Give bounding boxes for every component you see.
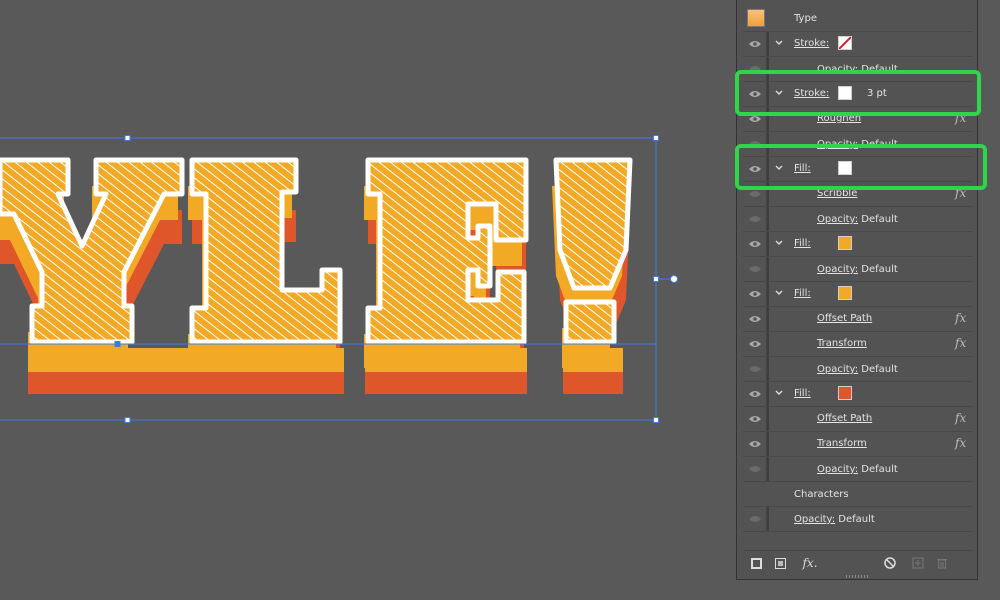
characters-row[interactable]: Characters bbox=[743, 482, 973, 507]
opacity-label[interactable]: Opacity: bbox=[817, 264, 858, 275]
opacity-value: Default bbox=[861, 264, 898, 275]
opacity-text: Opacity: Default bbox=[817, 464, 898, 476]
visibility-eye-icon[interactable] bbox=[743, 357, 767, 381]
opacity-row-7[interactable]: Opacity: Default bbox=[743, 507, 973, 532]
offset-path-row-1[interactable]: Offset Path fx bbox=[743, 307, 973, 332]
chevron-down-icon[interactable] bbox=[774, 388, 784, 398]
visibility-eye-icon[interactable] bbox=[743, 32, 767, 56]
opacity-text: Opacity: Default bbox=[794, 514, 875, 526]
visibility-eye-icon[interactable] bbox=[743, 382, 767, 406]
row-gutter bbox=[767, 257, 769, 281]
fill-row-3[interactable]: Fill: bbox=[743, 282, 973, 307]
row-gutter bbox=[767, 432, 769, 456]
offset-path-label[interactable]: Offset Path bbox=[817, 313, 872, 325]
opacity-value: Default bbox=[861, 464, 898, 475]
fill-highlight-box bbox=[735, 144, 987, 190]
opacity-row-3[interactable]: Opacity: Default bbox=[743, 207, 973, 232]
appearance-header[interactable]: Type bbox=[743, 6, 973, 32]
opacity-label[interactable]: Opacity: bbox=[794, 514, 835, 525]
stroke-label[interactable]: Stroke: bbox=[794, 38, 829, 50]
opacity-value: Default bbox=[861, 364, 898, 375]
opacity-value: Default bbox=[838, 514, 875, 525]
panel-bottom-toolbar: fx. bbox=[743, 550, 973, 574]
new-stroke-icon[interactable] bbox=[749, 556, 763, 570]
transform-row-2[interactable]: Transform fx bbox=[743, 432, 973, 457]
row-gutter bbox=[767, 282, 769, 306]
red-extrusion-base-e bbox=[365, 372, 527, 394]
duplicate-item-icon[interactable] bbox=[911, 556, 925, 570]
row-gutter bbox=[767, 307, 769, 331]
transform-label[interactable]: Transform bbox=[817, 338, 867, 350]
visibility-eye-icon[interactable] bbox=[743, 282, 767, 306]
fill-label[interactable]: Fill: bbox=[794, 238, 811, 250]
visibility-eye-icon[interactable] bbox=[743, 332, 767, 356]
red-extrusion-base bbox=[28, 372, 344, 394]
row-gutter bbox=[767, 407, 769, 431]
panel-resize-grip[interactable] bbox=[846, 575, 868, 578]
fx-icon[interactable]: fx bbox=[955, 311, 966, 325]
row-gutter bbox=[767, 207, 769, 231]
stroke-row-1[interactable]: Stroke: bbox=[743, 32, 973, 57]
fx-icon[interactable]: fx bbox=[955, 436, 966, 450]
opacity-label[interactable]: Opacity: bbox=[817, 364, 858, 375]
type-thumbnail-icon bbox=[747, 9, 765, 27]
none-swatch[interactable] bbox=[838, 36, 852, 50]
fill-row-2[interactable]: Fill: bbox=[743, 232, 973, 257]
clear-appearance-icon[interactable] bbox=[883, 556, 897, 570]
opacity-row-6[interactable]: Opacity: Default bbox=[743, 457, 973, 482]
offset-path-label[interactable]: Offset Path bbox=[817, 413, 872, 425]
visibility-eye-icon[interactable] bbox=[743, 507, 767, 531]
fx-icon[interactable]: fx bbox=[955, 411, 966, 425]
visibility-eye-icon[interactable] bbox=[743, 457, 767, 481]
visibility-eye-icon[interactable] bbox=[743, 407, 767, 431]
opacity-label[interactable]: Opacity: bbox=[817, 464, 858, 475]
visibility-eye-icon[interactable] bbox=[743, 207, 767, 231]
characters-label[interactable]: Characters bbox=[794, 489, 849, 501]
fx-icon[interactable]: fx bbox=[955, 336, 966, 350]
row-gutter bbox=[767, 357, 769, 381]
chevron-down-icon[interactable] bbox=[774, 238, 784, 248]
row-gutter bbox=[767, 32, 769, 56]
row-gutter bbox=[767, 457, 769, 481]
row-gutter bbox=[767, 507, 769, 531]
visibility-eye-icon[interactable] bbox=[743, 432, 767, 456]
offset-path-row-2[interactable]: Offset Path fx bbox=[743, 407, 973, 432]
transform-row-1[interactable]: Transform fx bbox=[743, 332, 973, 357]
fill-color-swatch[interactable] bbox=[838, 286, 852, 300]
add-effect-icon[interactable]: fx. bbox=[799, 556, 821, 570]
visibility-eye-icon[interactable] bbox=[743, 307, 767, 331]
opacity-row-4[interactable]: Opacity: Default bbox=[743, 257, 973, 282]
opacity-text: Opacity: Default bbox=[817, 214, 898, 226]
fill-row-4[interactable]: Fill: bbox=[743, 382, 973, 407]
delete-item-icon[interactable] bbox=[935, 556, 949, 570]
row-gutter bbox=[767, 382, 769, 406]
chevron-down-icon[interactable] bbox=[774, 38, 784, 48]
new-fill-icon[interactable] bbox=[773, 556, 787, 570]
fill-label[interactable]: Fill: bbox=[794, 388, 811, 400]
opacity-value: Default bbox=[861, 214, 898, 225]
visibility-eye-icon[interactable] bbox=[743, 232, 767, 256]
opacity-row-5[interactable]: Opacity: Default bbox=[743, 357, 973, 382]
letter-faces bbox=[0, 160, 630, 342]
opacity-text: Opacity: Default bbox=[817, 264, 898, 276]
visibility-eye-icon[interactable] bbox=[743, 257, 767, 281]
stroke-highlight-box bbox=[735, 70, 981, 116]
orange-extrusion-base-bang bbox=[563, 348, 623, 372]
header-label: Type bbox=[794, 13, 817, 24]
transform-label[interactable]: Transform bbox=[817, 438, 867, 450]
orange-extrusion-base-e bbox=[365, 348, 527, 372]
chevron-down-icon[interactable] bbox=[774, 288, 784, 298]
row-gutter bbox=[767, 232, 769, 256]
row-gutter bbox=[767, 332, 769, 356]
fill-color-swatch[interactable] bbox=[838, 386, 852, 400]
opacity-text: Opacity: Default bbox=[817, 364, 898, 376]
red-extrusion-base-bang bbox=[563, 372, 623, 394]
orange-extrusion-base bbox=[28, 348, 344, 372]
fill-color-swatch[interactable] bbox=[838, 236, 852, 250]
opacity-label[interactable]: Opacity: bbox=[817, 214, 858, 225]
fill-label[interactable]: Fill: bbox=[794, 288, 811, 300]
